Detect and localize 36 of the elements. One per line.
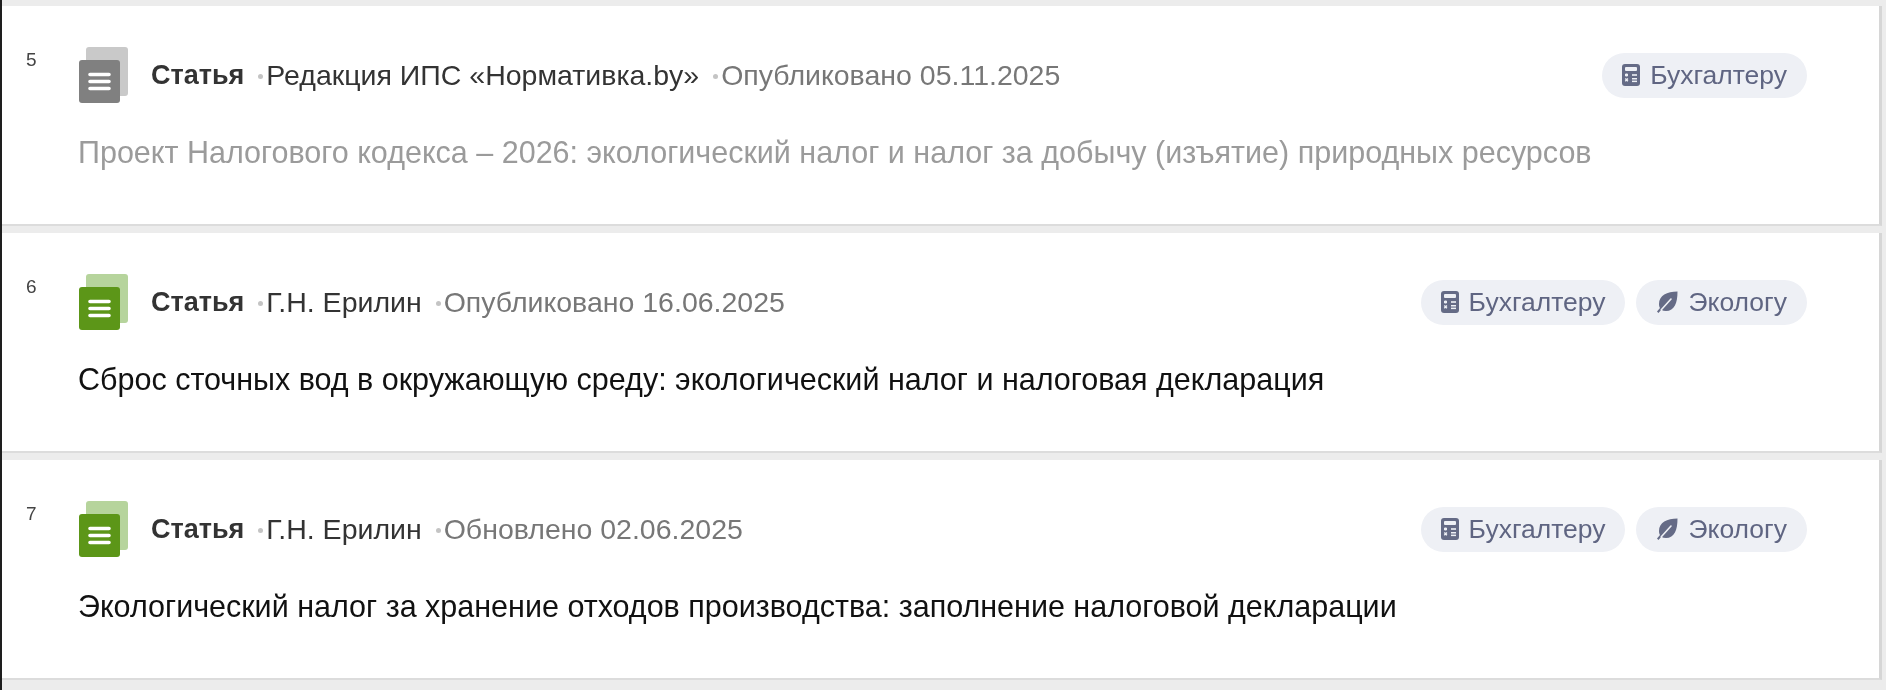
row-number: 7 [26, 502, 38, 524]
tag-label: Экологу [1688, 288, 1787, 316]
author-name: Г.Н. Ерилин [266, 285, 422, 319]
calculator-icon [1440, 518, 1459, 540]
bullet-icon [258, 527, 264, 533]
author-name: Г.Н. Ерилин [266, 512, 422, 546]
publication-date: Опубликовано 05.11.2025 [721, 58, 1061, 92]
author-name: Редакция ИПС «Нормативка.by» [266, 58, 700, 92]
tag-chip[interactable]: Бухгалтеру [1420, 279, 1626, 325]
bullet-icon [258, 73, 264, 79]
tag-chip[interactable]: Экологу [1636, 279, 1807, 325]
document-type: Статья [151, 59, 245, 91]
tag-label: Бухгалтеру [1650, 61, 1787, 89]
leaf-icon [1656, 518, 1679, 540]
row-number: 5 [26, 48, 38, 70]
tag-chip[interactable]: Бухгалтеру [1602, 52, 1807, 98]
bullet-icon [258, 300, 264, 306]
tag-label: Бухгалтеру [1468, 515, 1606, 543]
document-title-link[interactable]: Проект Налогового кодекса – 2026: экологический налог и налог за добычу (изъятие) природных ресурсов [78, 135, 1807, 169]
row-number: 6 [26, 275, 38, 297]
bullet-icon [435, 527, 441, 533]
document-title-link[interactable]: Сброс сточных вод в окружающую среду: экологический налог и налоговая декларация [78, 362, 1807, 396]
tag-chip[interactable]: Бухгалтеру [1420, 506, 1626, 552]
tag-label: Экологу [1688, 515, 1787, 543]
tag-label: Бухгалтеру [1468, 288, 1606, 316]
bullet-icon [435, 300, 441, 306]
leaf-icon [1656, 291, 1679, 313]
publication-date: Обновлено 02.06.2025 [443, 512, 743, 546]
document-type: Статья [151, 286, 245, 318]
tag-chip[interactable]: Экологу [1636, 506, 1807, 552]
calculator-icon [1440, 291, 1459, 313]
calculator-icon [1622, 64, 1641, 86]
bullet-icon [713, 73, 719, 79]
publication-date: Опубликовано 16.06.2025 [443, 285, 785, 319]
document-type: Статья [151, 513, 245, 545]
document-title-link[interactable]: Экологический налог за хранение отходов производства: заполнение налоговой декларации [78, 589, 1807, 623]
